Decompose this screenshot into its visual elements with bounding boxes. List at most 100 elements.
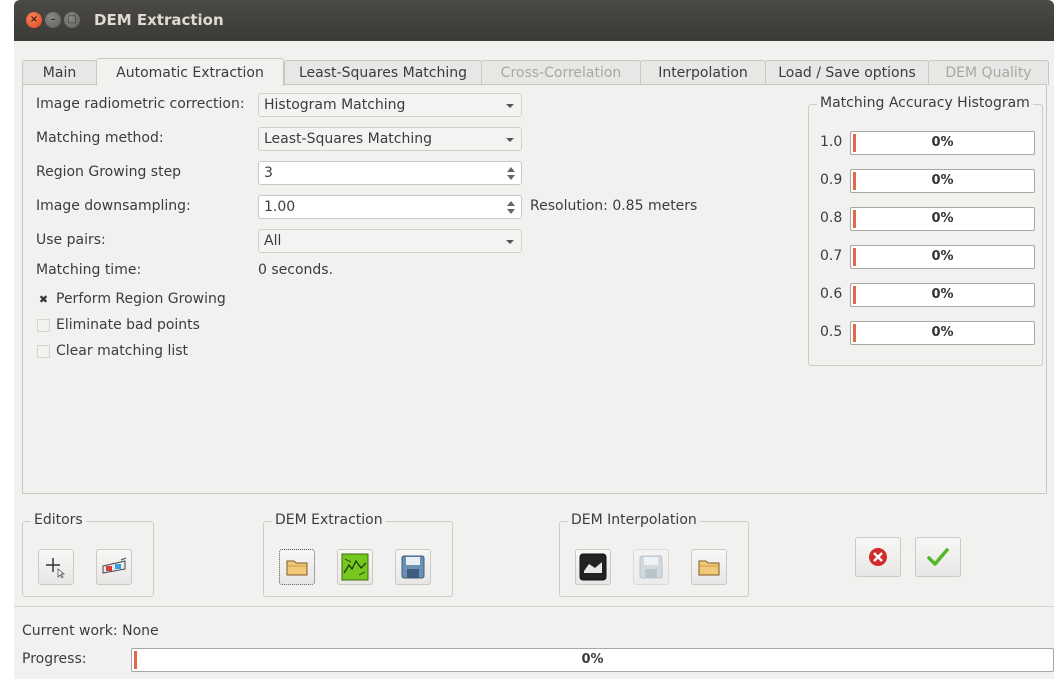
bar-percent: 0%	[931, 211, 954, 226]
histogram-bar: 0%	[850, 283, 1035, 307]
clear-matching-list-checkbox[interactable]: Clear matching list	[37, 343, 188, 359]
run-extraction-button[interactable]	[337, 549, 373, 585]
bar-percent: 0%	[931, 287, 954, 302]
load-interpolation-button[interactable]	[691, 549, 727, 585]
histogram-row: 0.7 0%	[820, 245, 1035, 269]
histogram-bar: 0%	[850, 321, 1035, 345]
region-growing-step-spinbox[interactable]: 3	[258, 161, 522, 185]
stereo-glasses-icon	[102, 557, 127, 574]
downsampling-value: 1.00	[264, 199, 296, 215]
checkbox-label: Clear matching list	[56, 343, 189, 359]
histogram-bar: 0%	[850, 207, 1035, 231]
histogram-row-label: 1.0	[820, 134, 843, 150]
close-icon: ×	[29, 14, 39, 25]
checkbox-box	[37, 318, 50, 332]
progress-label: Progress:	[22, 651, 87, 667]
histogram-row: 0.5 0%	[820, 321, 1035, 345]
stereo-editor-button[interactable]	[96, 549, 132, 585]
histogram-bar: 0%	[850, 131, 1035, 155]
load-extraction-button[interactable]	[279, 549, 315, 585]
checkbox-label: Eliminate bad points	[56, 317, 200, 333]
radiometric-value: Histogram Matching	[264, 97, 406, 113]
bar-percent: 0%	[931, 173, 954, 188]
checkbox-label: Perform Region Growing	[56, 291, 226, 307]
histogram-row: 0.6 0%	[820, 283, 1035, 307]
matching-accuracy-histogram: Matching Accuracy Histogram 1.0 0% 0.9 0…	[808, 95, 1043, 366]
histogram-row: 0.9 0%	[820, 169, 1035, 193]
bar-percent: 0%	[931, 325, 954, 340]
tab-automatic-extraction[interactable]: Automatic Extraction	[96, 58, 284, 86]
histogram-row-label: 0.6	[820, 286, 843, 302]
window-maximize-button[interactable]: □	[64, 12, 80, 28]
matching-method-value: Least-Squares Matching	[264, 131, 432, 147]
matching-method-combo[interactable]: Least-Squares Matching	[258, 127, 522, 151]
tab-interpolation[interactable]: Interpolation	[640, 60, 766, 85]
histogram-bar: 0%	[850, 245, 1035, 269]
spin-down-icon[interactable]	[507, 175, 515, 180]
run-interpolation-button[interactable]	[575, 549, 611, 585]
extract-terrain-icon	[341, 553, 369, 581]
editors-group-title: Editors	[31, 512, 86, 528]
ok-button[interactable]	[915, 537, 961, 577]
downsampling-spinbox[interactable]: 1.00	[258, 195, 522, 219]
dem-extraction-group: DEM Extraction	[263, 512, 453, 597]
downsampling-label: Image downsampling:	[36, 198, 191, 214]
use-pairs-label: Use pairs:	[36, 232, 106, 248]
tab-cross-correlation: Cross-Correlation	[481, 60, 641, 85]
spin-up-icon[interactable]	[507, 167, 515, 172]
histogram-row-label: 0.9	[820, 172, 843, 188]
cancel-icon	[869, 548, 887, 566]
dem-extraction-group-title: DEM Extraction	[272, 512, 386, 528]
current-work-value: None	[122, 623, 159, 639]
spin-down-icon[interactable]	[507, 209, 515, 214]
perform-region-growing-checkbox[interactable]: ✖ Perform Region Growing	[37, 291, 226, 307]
progress-bar: 0%	[131, 648, 1054, 672]
window-close-button[interactable]: ×	[26, 12, 42, 28]
tab-main[interactable]: Main	[22, 60, 97, 85]
save-extraction-button[interactable]	[395, 549, 431, 585]
histogram-title: Matching Accuracy Histogram	[817, 95, 1033, 111]
bar-percent: 0%	[931, 135, 954, 150]
spin-up-icon[interactable]	[507, 201, 515, 206]
checkmark-icon: ✖	[38, 292, 49, 306]
window-minimize-button[interactable]: –	[45, 12, 61, 28]
automatic-extraction-panel: Image radiometric correction: Histogram …	[22, 84, 1047, 494]
dem-interpolation-group: DEM Interpolation	[559, 512, 749, 597]
use-pairs-value: All	[264, 233, 282, 249]
save-floppy-icon	[401, 555, 425, 579]
dem-interpolation-group-title: DEM Interpolation	[568, 512, 700, 528]
editors-group: Editors	[22, 512, 154, 597]
resolution-text: Resolution: 0.85 meters	[530, 198, 698, 214]
histogram-row: 0.8 0%	[820, 207, 1035, 231]
matching-method-label: Matching method:	[36, 130, 164, 146]
histogram-row-label: 0.5	[820, 324, 843, 340]
histogram-row-label: 0.7	[820, 248, 843, 264]
progress-percent: 0%	[581, 652, 604, 667]
open-folder-icon	[698, 560, 720, 576]
tab-load-save-options[interactable]: Load / Save options	[765, 60, 929, 85]
interpolate-terrain-icon	[579, 553, 607, 581]
window-title: DEM Extraction	[94, 11, 224, 29]
bar-percent: 0%	[931, 249, 954, 264]
radiometric-combo[interactable]: Histogram Matching	[258, 93, 522, 117]
open-folder-icon	[286, 560, 308, 576]
checkbox-box	[37, 344, 50, 358]
minimize-icon: –	[50, 14, 56, 25]
maximize-icon: □	[67, 14, 77, 25]
chevron-down-icon	[506, 104, 514, 108]
ok-icon	[927, 548, 949, 566]
matching-time-value: 0 seconds.	[258, 262, 334, 278]
current-work-label: Current work: None	[22, 623, 159, 639]
radiometric-label: Image radiometric correction:	[36, 96, 245, 112]
save-interpolation-button	[633, 549, 669, 585]
region-growing-step-value: 3	[264, 165, 273, 181]
use-pairs-combo[interactable]: All	[258, 229, 522, 253]
eliminate-bad-points-checkbox[interactable]: Eliminate bad points	[37, 317, 200, 333]
status-separator	[14, 606, 1054, 607]
point-editor-button[interactable]	[38, 549, 74, 585]
tab-least-squares-matching[interactable]: Least-Squares Matching	[284, 60, 482, 85]
histogram-bar: 0%	[850, 169, 1035, 193]
chevron-down-icon	[506, 138, 514, 142]
histogram-row: 1.0 0%	[820, 131, 1035, 155]
cancel-button[interactable]	[855, 537, 901, 577]
